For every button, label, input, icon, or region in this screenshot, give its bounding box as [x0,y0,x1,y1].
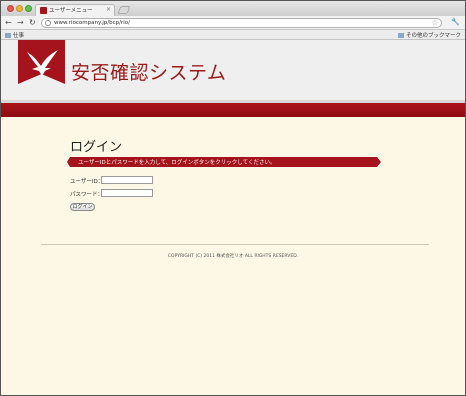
globe-icon [45,20,51,26]
wrench-menu-icon[interactable]: 🔧 [451,18,460,26]
back-arrow-icon[interactable]: ← [5,18,12,28]
password-label: パスワード： [70,192,104,198]
bookmark-star-icon[interactable]: ☆ [432,19,438,27]
new-tab-button[interactable] [117,6,131,14]
site-title: 安否確認システム [71,62,227,84]
browser-tab[interactable]: ユーザーメニュー × [35,4,115,16]
maximize-window-icon[interactable] [25,5,32,12]
forward-arrow-icon[interactable]: → [17,18,24,28]
folder-icon [397,33,404,38]
minimize-window-icon[interactable] [16,5,23,12]
tab-title: ユーザーメニュー [49,8,93,14]
reload-icon[interactable]: ↻ [29,18,36,28]
address-bar[interactable]: www.riocompany.jp/bcp/rio/ ☆ [41,18,442,28]
page-content: 安否確認システム ログイン ユーザーIDとパスワードを入力して、ログインボタンを… [1,40,465,395]
dove-logo-icon [18,40,65,84]
close-window-icon[interactable] [7,5,14,12]
bookmarks-bar: 仕事 その他のブックマーク [1,30,465,40]
header-red-bar [1,100,465,117]
folder-icon [5,33,11,38]
bookmark-label: 仕事 [13,33,25,39]
browser-window: ユーザーメニュー × ← → ↻ www.riocompany.jp/bcp/r… [0,0,466,396]
instruction-banner: ユーザーIDとパスワードを入力して、ログインボタンをクリックしてください。 [67,157,381,167]
tab-close-icon[interactable]: × [106,6,111,13]
site-header: 安否確認システム [1,40,465,100]
bookmark-folder-work[interactable]: 仕事 [5,31,24,39]
user-id-field[interactable] [101,176,153,184]
browser-toolbar: ← → ↻ www.riocompany.jp/bcp/rio/ ☆ 🔧 [1,16,465,30]
favicon-icon [40,7,47,14]
user-id-label: ユーザーID： [70,179,104,185]
password-field[interactable] [101,189,153,197]
bookmark-label: その他のブックマーク [405,33,461,39]
login-button[interactable]: ログイン [70,203,95,211]
page-title: ログイン [70,140,123,155]
other-bookmarks-folder[interactable]: その他のブックマーク [397,31,461,39]
url-text: www.riocompany.jp/bcp/rio/ [54,20,130,26]
instruction-text: ユーザーIDとパスワードを入力して、ログインボタンをクリックしてください。 [78,160,276,166]
footer-divider [41,244,429,245]
copyright-text: COPYRIGHT (C) 2011 株式会社リオ ALL RIGHTS RES… [167,254,299,259]
tab-strip: ユーザーメニュー × [1,1,465,16]
